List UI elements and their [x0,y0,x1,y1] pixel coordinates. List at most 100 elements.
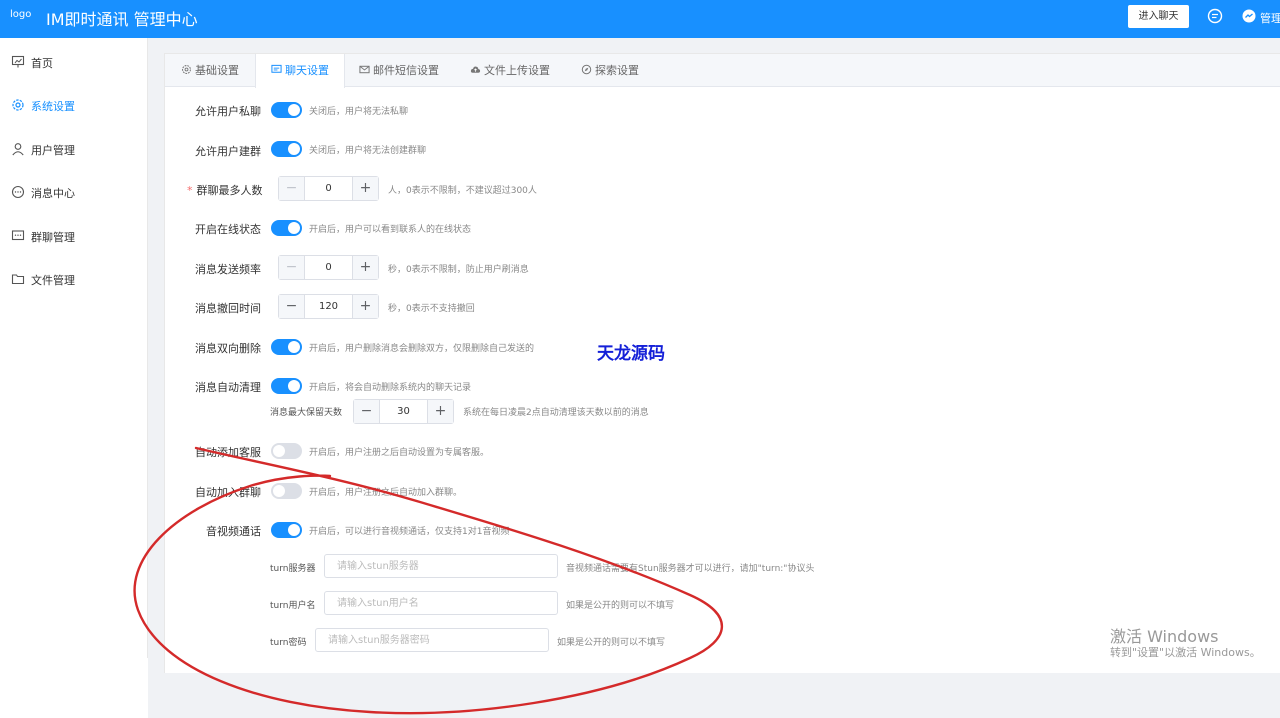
sidebar-item-user-management[interactable]: 用户管理 [0,134,148,164]
folder-icon [11,274,25,285]
two-way-delete-hint: 开启后，用户删除消息会删除双方，仅限删除自己发送的 [309,344,535,354]
turn-server-hint: 音视频通话需要有Stun服务器才可以进行，请加"turn:"协议头 [566,564,815,574]
sidebar-item-label: 用户管理 [31,144,75,157]
user-icon [12,143,24,156]
retain-days-stepper[interactable]: − 30 + [353,399,454,424]
turn-server-label: turn服务器 [270,564,316,574]
tab-label: 文件上传设置 [484,64,550,77]
turn-user-label: turn用户名 [270,601,316,611]
private-chat-switch[interactable] [271,102,302,118]
sidebar: 首页 系统设置 用户管理 消息中心 群聊管理 文件管理 [0,38,148,658]
tab-mail-sms-settings[interactable]: 邮件短信设置 [359,54,439,87]
recall-time-label: 消息撤回时间 [195,302,261,315]
auto-add-service-switch[interactable] [271,443,302,459]
increment-button[interactable]: + [352,256,378,279]
sidebar-item-label: 文件管理 [31,274,75,287]
increment-button[interactable]: + [352,177,378,200]
watermark-text: 天龙源码 [597,344,665,364]
auto-join-group-hint: 开启后，用户注册之后自动加入群聊。 [309,488,463,498]
stepper-value[interactable]: 0 [305,177,352,200]
turn-user-hint: 如果是公开的则可以不填写 [566,601,675,611]
logo-image: logo [10,9,32,20]
sidebar-item-file-management[interactable]: 文件管理 [0,264,148,294]
send-rate-stepper[interactable]: − 0 + [278,255,379,280]
presentation-icon [11,55,25,68]
auto-clean-label: 消息自动清理 [195,381,261,394]
auto-clean-hint: 开启后，将会自动删除系统内的聊天记录 [309,383,472,393]
turn-server-input[interactable] [324,554,558,578]
group-max-label: * 群聊最多人数 [187,182,263,198]
enter-chat-button[interactable]: 进入聊天 [1128,5,1189,28]
stepper-value[interactable]: 30 [380,400,427,423]
group-chat-icon [11,230,25,241]
online-status-switch[interactable] [271,220,302,236]
tab-basic-settings[interactable]: 基础设置 [181,54,239,87]
tab-label: 基础设置 [195,64,239,77]
turn-password-input[interactable] [315,628,549,652]
group-max-label-text: 群聊最多人数 [196,184,263,197]
decrement-button[interactable]: − [279,256,305,279]
stepper-value[interactable]: 120 [305,295,352,318]
mail-icon [359,65,370,74]
messenger-icon[interactable] [1241,8,1257,24]
gear-icon [182,65,191,74]
av-call-hint: 开启后，可以进行音视频通话，仅支持1对1音视频 [309,527,510,537]
two-way-delete-switch[interactable] [271,339,302,355]
auto-clean-switch[interactable] [271,378,302,394]
retain-days-label: 消息最大保留天数 [270,408,343,418]
tab-label: 聊天设置 [285,64,329,77]
turn-user-input[interactable] [324,591,558,615]
manage-link[interactable]: 管理 [1260,10,1280,26]
group-max-hint: 人，0表示不限制，不建议超过300人 [388,186,537,196]
sidebar-item-label: 系统设置 [31,100,75,113]
av-call-label: 音视频通话 [206,525,261,538]
av-call-switch[interactable] [271,522,302,538]
turn-password-hint: 如果是公开的则可以不填写 [557,638,666,648]
sidebar-item-group-management[interactable]: 群聊管理 [0,221,148,251]
sidebar-item-label: 首页 [31,57,53,70]
turn-password-label: turn密码 [270,638,307,648]
create-group-label: 允许用户建群 [195,145,261,158]
recall-time-hint: 秒，0表示不支持撤回 [388,304,475,314]
required-mark: * [187,184,193,197]
tab-explore-settings[interactable]: 探索设置 [581,54,639,87]
settings-tabs: 基础设置 聊天设置 邮件短信设置 文件上传设置 探索设置 [165,54,1280,88]
decrement-button[interactable]: − [279,295,305,318]
decrement-button[interactable]: − [279,177,305,200]
create-group-switch[interactable] [271,141,302,157]
decrement-button[interactable]: − [354,400,380,423]
stepper-value[interactable]: 0 [305,256,352,279]
private-chat-hint: 关闭后，用户将无法私聊 [309,107,409,117]
tab-chat-settings[interactable]: 聊天设置 [255,54,345,88]
increment-button[interactable]: + [352,295,378,318]
sidebar-item-label: 群聊管理 [31,231,75,244]
private-chat-label: 允许用户私聊 [195,105,261,118]
increment-button[interactable]: + [427,400,453,423]
gear-icon [12,99,24,111]
tab-file-upload-settings[interactable]: 文件上传设置 [470,54,550,87]
online-status-label: 开启在线状态 [195,223,261,236]
windows-activation-subtitle: 转到"设置"以激活 Windows。 [1110,646,1261,659]
sidebar-item-system-settings[interactable]: 系统设置 [0,90,148,120]
sidebar-item-message-center[interactable]: 消息中心 [0,177,148,207]
auto-join-group-label: 自动加入群聊 [195,486,261,499]
send-rate-label: 消息发送频率 [195,263,261,276]
online-status-hint: 开启后，用户可以看到联系人的在线状态 [309,225,472,235]
auto-join-group-switch[interactable] [271,483,302,499]
send-rate-hint: 秒，0表示不限制，防止用户刷消息 [388,265,529,275]
auto-add-service-label: 自动添加客服 [195,446,261,459]
sidebar-item-home[interactable]: 首页 [0,47,148,77]
top-header: logo IM即时通讯 管理中心 进入聊天 管理 [0,0,1280,38]
create-group-hint: 关闭后，用户将无法创建群聊 [309,146,427,156]
sidebar-footer [0,658,148,718]
compass-icon [581,64,592,75]
recall-time-stepper[interactable]: − 120 + [278,294,379,319]
chat-icon [271,64,282,73]
tab-label: 邮件短信设置 [373,64,439,77]
auto-add-service-hint: 开启后，用户注册之后自动设置为专属客服。 [309,448,490,458]
app-title: IM即时通讯 管理中心 [46,10,198,29]
tab-label: 探索设置 [595,64,639,77]
cloud-upload-icon [470,66,481,73]
group-max-stepper[interactable]: − 0 + [278,176,379,201]
message-icon[interactable] [1207,8,1223,24]
